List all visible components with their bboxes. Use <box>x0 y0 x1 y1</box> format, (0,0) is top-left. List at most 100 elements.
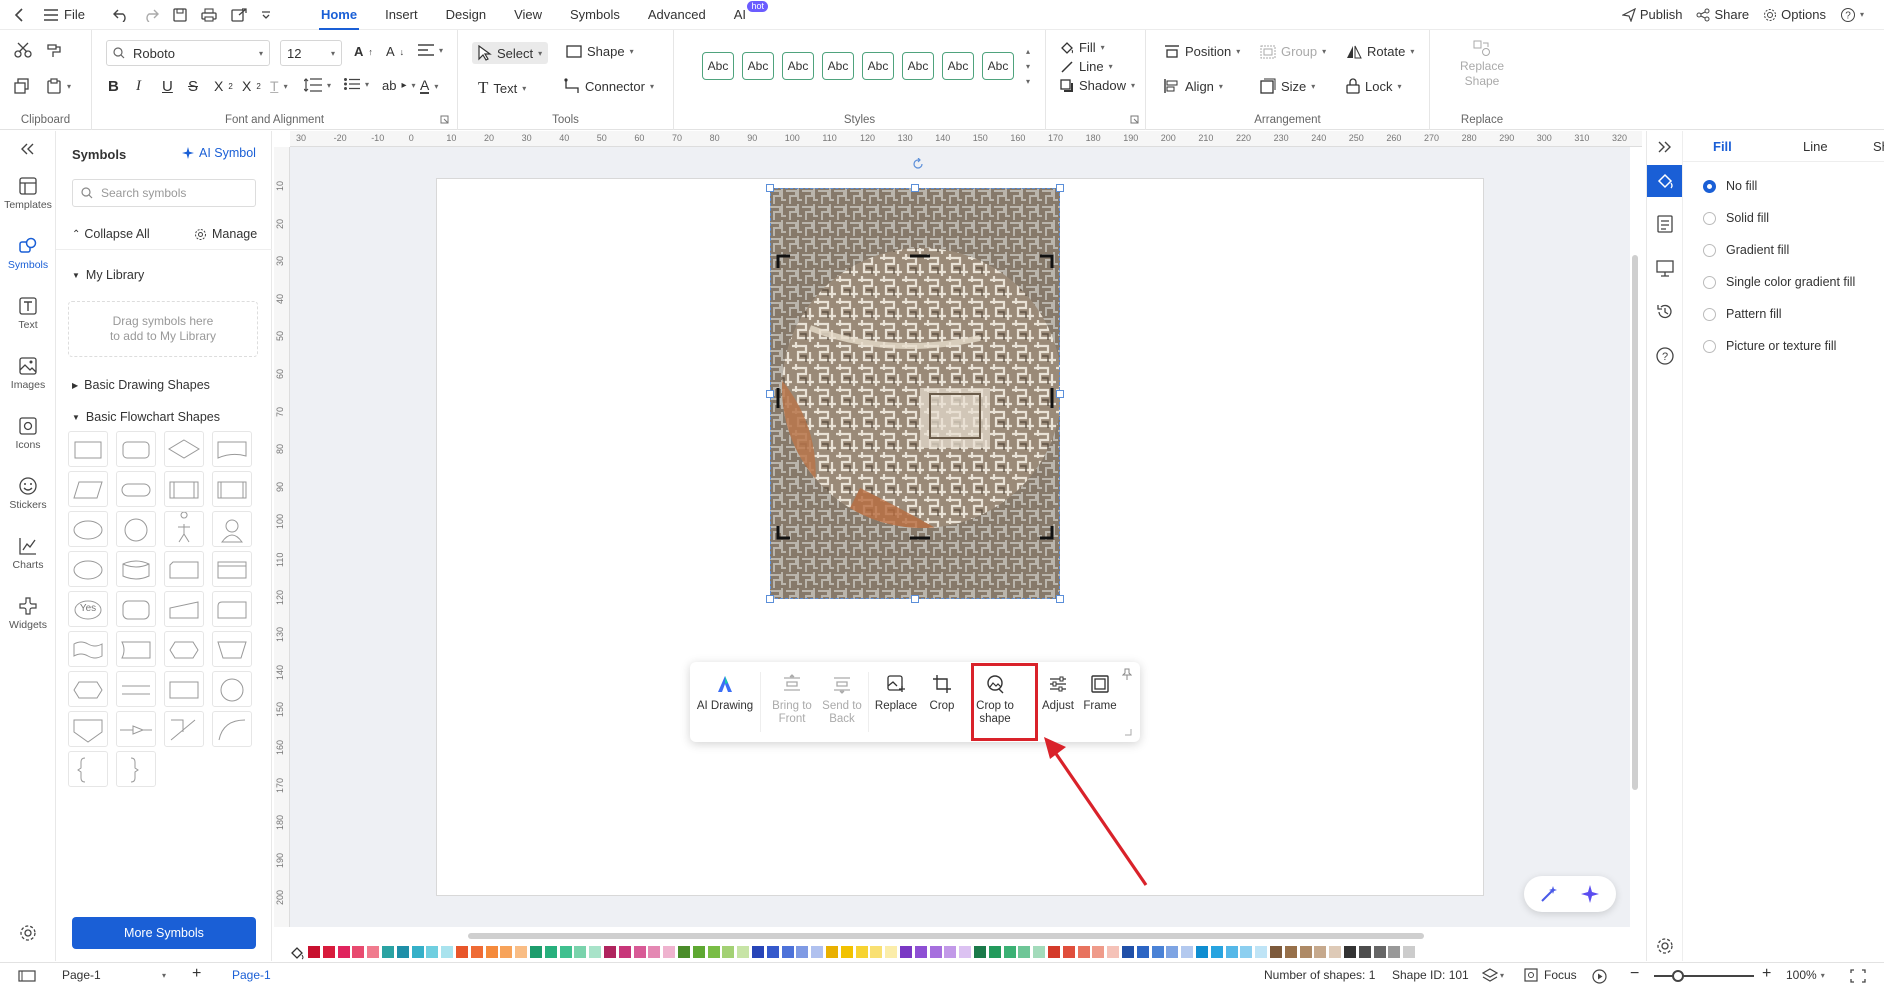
rail-charts[interactable]: Charts <box>0 537 56 571</box>
color-swatch[interactable] <box>692 946 705 958</box>
fill-option-gradient[interactable]: Gradient fill <box>1703 243 1789 257</box>
color-swatch[interactable] <box>1136 946 1149 958</box>
add-page-button[interactable]: + <box>192 965 201 983</box>
flowchart-shape[interactable] <box>68 431 108 467</box>
line-button[interactable]: Line ▾ <box>1060 59 1113 74</box>
font-size-select[interactable]: 12 ▾ <box>280 40 342 66</box>
color-swatch[interactable] <box>1048 946 1060 958</box>
color-swatch[interactable] <box>752 946 764 958</box>
color-swatch[interactable] <box>515 946 528 958</box>
pin-icon[interactable] <box>1122 668 1132 680</box>
crop-button[interactable]: Crop <box>926 674 958 713</box>
color-swatch[interactable] <box>1003 946 1016 958</box>
flowchart-shape[interactable] <box>164 711 204 747</box>
flowchart-shape[interactable] <box>68 711 108 747</box>
color-swatch[interactable] <box>1077 946 1090 958</box>
style-preset-8[interactable]: Abc <box>982 52 1014 80</box>
flowchart-shape[interactable] <box>164 471 204 507</box>
fill-option-pattern[interactable]: Pattern fill <box>1703 307 1782 321</box>
color-swatch[interactable] <box>885 946 898 958</box>
decrease-font-button[interactable]: A ↓ <box>386 44 404 59</box>
strikethrough-button[interactable]: S <box>188 78 198 95</box>
my-library-section[interactable]: ▼ My Library <box>72 268 144 282</box>
replace-shape-button[interactable]: Replace Shape <box>1458 40 1506 89</box>
settings-gear-icon[interactable] <box>1656 937 1674 955</box>
print-icon[interactable] <box>201 7 217 22</box>
rail-stickers[interactable]: Stickers <box>0 477 56 511</box>
font-family-select[interactable]: Roboto ▾ <box>106 40 270 66</box>
file-menu[interactable]: File <box>44 7 85 22</box>
color-swatch[interactable] <box>944 946 957 958</box>
resize-handle[interactable] <box>911 184 919 192</box>
flowchart-shape[interactable] <box>164 551 204 587</box>
manage-button[interactable]: Manage <box>194 227 257 241</box>
collapse-all-button[interactable]: ⌃ Collapse All <box>72 227 150 241</box>
color-swatch[interactable] <box>1062 946 1075 958</box>
color-swatch[interactable] <box>678 946 690 958</box>
color-swatch[interactable] <box>1314 946 1327 958</box>
color-swatch[interactable] <box>1107 946 1120 958</box>
color-swatch[interactable] <box>456 946 468 958</box>
flowchart-shape[interactable] <box>116 631 156 667</box>
adjust-button[interactable]: Adjust <box>1038 674 1078 713</box>
play-icon[interactable] <box>1592 969 1607 984</box>
color-swatch[interactable] <box>796 946 809 958</box>
color-swatch[interactable] <box>914 946 927 958</box>
shadow-button[interactable]: Shadow ▾ <box>1060 78 1135 93</box>
color-swatch[interactable] <box>648 946 661 958</box>
text-direction-button[interactable]: ab ▸ ▾ <box>382 78 416 93</box>
share-button[interactable]: Share <box>1696 7 1749 22</box>
tab-advanced[interactable]: Advanced <box>634 0 720 30</box>
layers-button[interactable]: ▾ <box>1482 968 1504 982</box>
style-preset-7[interactable]: Abc <box>942 52 974 80</box>
color-swatch[interactable] <box>1299 946 1312 958</box>
help-icon[interactable]: ? <box>1656 347 1674 365</box>
color-swatch[interactable] <box>722 946 735 958</box>
style-preset-1[interactable]: Abc <box>702 52 734 80</box>
flowchart-shape[interactable] <box>212 591 252 627</box>
bold-button[interactable]: B <box>108 78 119 95</box>
resize-handle[interactable] <box>766 389 774 398</box>
fit-page-icon[interactable] <box>1850 969 1866 983</box>
back-icon[interactable] <box>14 7 28 22</box>
basic-flowchart-section[interactable]: ▼ Basic Flowchart Shapes <box>72 410 220 424</box>
bullets-button[interactable]: ▾ <box>344 78 369 90</box>
styles-scroll[interactable]: ▴ ▾ ▾ <box>1026 44 1030 89</box>
fill-option-none[interactable]: No fill <box>1703 179 1757 193</box>
color-swatch[interactable] <box>1225 946 1238 958</box>
color-swatch[interactable] <box>1284 946 1297 958</box>
color-swatch[interactable] <box>1270 946 1282 958</box>
flowchart-shape[interactable] <box>116 591 156 627</box>
flowchart-shape[interactable] <box>116 671 156 707</box>
color-swatch[interactable] <box>974 946 986 958</box>
page-select[interactable]: Page-1 ▾ <box>62 968 166 982</box>
search-symbols-input[interactable]: Search symbols <box>72 179 256 207</box>
subscript-button[interactable]: X2 <box>242 78 261 94</box>
ai-symbol-button[interactable]: AI Symbol <box>182 146 256 160</box>
color-swatch[interactable] <box>707 946 720 958</box>
rail-text[interactable]: Text <box>0 297 56 331</box>
italic-button[interactable]: I <box>136 78 141 95</box>
style-preset-3[interactable]: Abc <box>782 52 814 80</box>
color-swatch[interactable] <box>1358 946 1371 958</box>
zoom-out-button[interactable]: − <box>1630 965 1639 983</box>
group-button[interactable]: Group ▾ <box>1260 44 1326 59</box>
flowchart-shape[interactable] <box>164 671 204 707</box>
flowchart-shape[interactable] <box>116 511 156 547</box>
flowchart-shape[interactable] <box>212 471 252 507</box>
style-preset-4[interactable]: Abc <box>822 52 854 80</box>
color-swatch[interactable] <box>870 946 883 958</box>
fill-button[interactable]: Fill ▾ <box>1060 40 1105 55</box>
color-swatch[interactable] <box>766 946 779 958</box>
color-swatch[interactable] <box>1373 946 1386 958</box>
tab-design[interactable]: Design <box>432 0 500 30</box>
resize-handle[interactable] <box>766 595 774 603</box>
format-tab-active[interactable] <box>1647 165 1683 197</box>
tab-line[interactable]: Line <box>1803 139 1828 154</box>
vertical-scrollbar[interactable] <box>1632 255 1638 790</box>
flowchart-shape[interactable] <box>212 711 252 747</box>
color-swatch[interactable] <box>811 946 824 958</box>
position-button[interactable]: Position ▾ <box>1164 44 1240 59</box>
fill-option-picture[interactable]: Picture or texture fill <box>1703 339 1836 353</box>
select-button[interactable]: Select ▾ <box>472 42 549 64</box>
